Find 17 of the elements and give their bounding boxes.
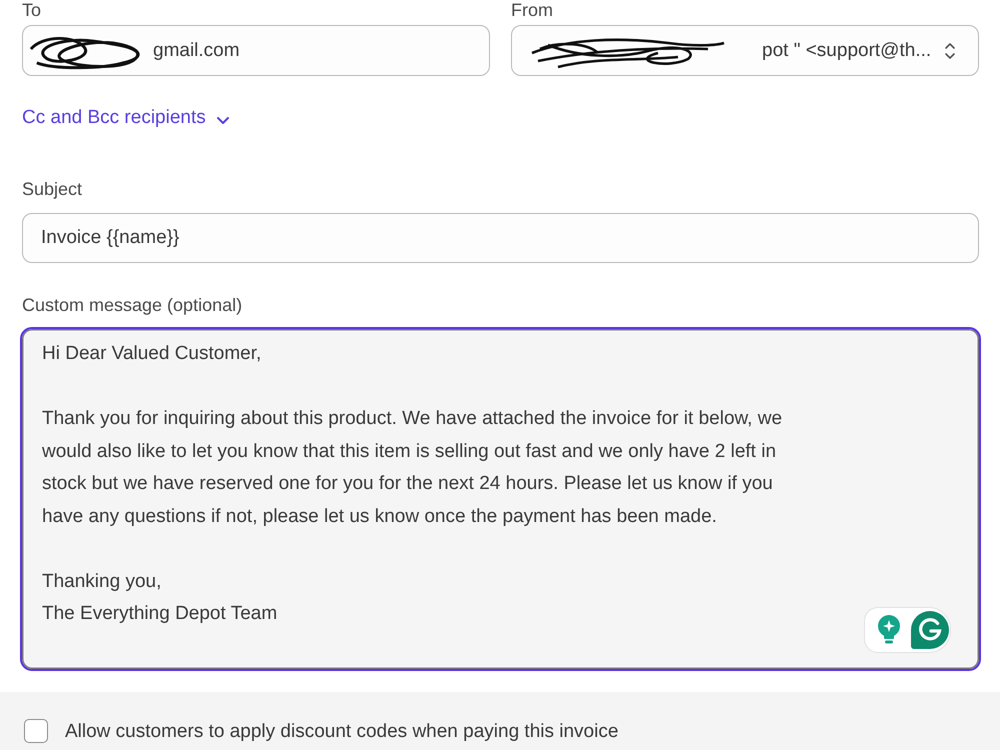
subject-field[interactable]: Invoice {{name}} — [22, 213, 979, 263]
message-label: Custom message (optional) — [22, 295, 242, 315]
message-paragraph: Thanking you, The Everything Depot Team — [42, 570, 278, 626]
to-label: To — [22, 0, 42, 20]
message-paragraph: Hi Dear Valued Customer, — [42, 342, 262, 366]
from-select[interactable]: pot " <support@th... — [511, 25, 979, 76]
checkbox[interactable] — [24, 719, 48, 743]
g-logo-icon — [911, 611, 949, 649]
to-field[interactable]: gmail.com — [22, 25, 490, 76]
lightbulb-icon — [877, 615, 901, 645]
select-arrows-icon — [944, 40, 956, 60]
message-paragraph: Thank you for inquiring about this product. We have attached the invoice for it below, we would also like to let you know that this item is selling out fast and we only have 2 left in stock but we have reserved one for you for the next 24 hours. Please let us know if you have any questions if not, please let us know once the payment has been made. — [42, 407, 782, 528]
from-label: From — [511, 0, 553, 20]
cc-bcc-link[interactable]: Cc and Bcc recipients — [22, 106, 230, 130]
writing-assistant-widget[interactable] — [864, 607, 951, 653]
message-textarea[interactable] — [20, 327, 981, 671]
subject-label: Subject — [22, 179, 82, 199]
